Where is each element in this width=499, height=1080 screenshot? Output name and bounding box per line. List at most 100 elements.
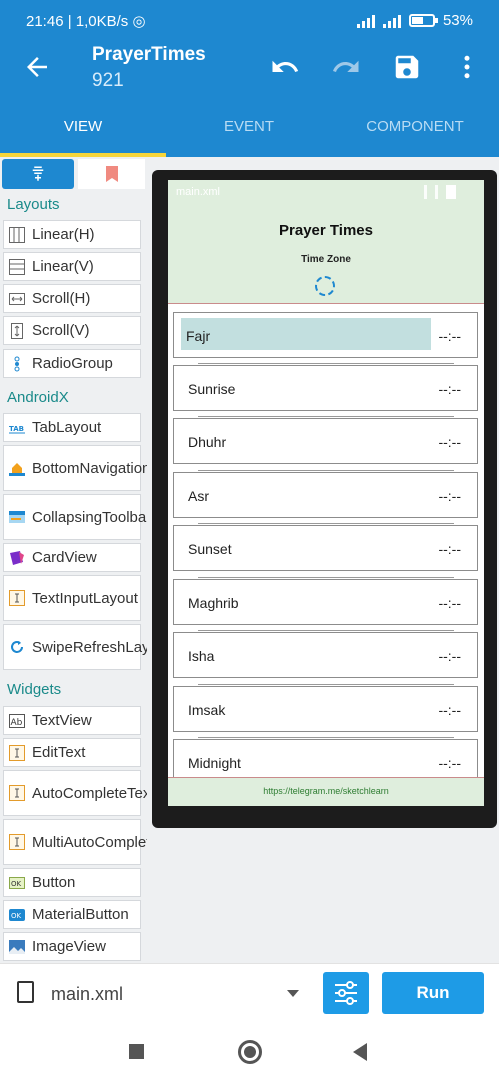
file-selector[interactable]: main.xml	[51, 984, 123, 1005]
editor-tabs: VIEW EVENT COMPONENT	[0, 98, 499, 157]
palette-item-edittext[interactable]: EditText	[3, 738, 141, 767]
palette-item-radiogroup[interactable]: RadioGroup	[3, 349, 141, 378]
svg-text:OK: OK	[11, 880, 22, 888]
save-icon[interactable]	[392, 52, 422, 82]
row-highlight	[181, 318, 431, 350]
section-widgets: Widgets	[7, 681, 62, 698]
palette-item-scroll-v[interactable]: Scroll(V)	[3, 316, 141, 345]
row-divider	[198, 363, 454, 364]
cardview-icon	[9, 550, 25, 566]
linear-v-icon	[9, 258, 25, 275]
battery-icon	[408, 14, 438, 27]
tab-event[interactable]: EVENT	[166, 118, 332, 135]
swiperefresh-icon	[9, 639, 25, 655]
footer-link[interactable]: https://telegram.me/sketchlearn	[168, 777, 484, 806]
radiogroup-icon	[9, 356, 25, 372]
palette-item-multiautocompletetextview[interactable]: MultiAutoCompleteTextView	[3, 819, 147, 865]
autocomplete-icon	[9, 785, 25, 801]
undo-icon[interactable]	[270, 52, 300, 82]
row-divider	[198, 470, 454, 471]
prayer-name: Isha	[188, 648, 215, 664]
app-subtitle: 921	[92, 70, 124, 91]
prayer-row[interactable]: Fajr --:--	[173, 312, 478, 358]
time-zone-label: Time Zone	[301, 254, 351, 265]
prayer-row[interactable]: Dhuhr --:--	[173, 418, 478, 464]
preview-status-bar: main.xml	[168, 180, 484, 204]
prayer-name: Sunrise	[188, 381, 236, 397]
imageview-icon	[9, 939, 25, 955]
signal-icon	[356, 14, 375, 28]
tab-view[interactable]: VIEW	[0, 118, 166, 135]
tune-icon	[335, 981, 357, 1005]
palette-tab-bookmarks[interactable]	[78, 159, 145, 189]
palette-item-materialbutton[interactable]: OK MaterialButton	[3, 900, 141, 929]
top-bar: 21:46 | 1,0KB/s ◎ 53% PrayerTimes 921 VI…	[0, 0, 499, 157]
prayer-row[interactable]: Asr --:--	[173, 472, 478, 518]
palette-item-swiperefreshlayout[interactable]: SwipeRefreshLayout	[3, 624, 147, 670]
back-icon[interactable]	[353, 1043, 367, 1061]
app-title: PrayerTimes	[92, 44, 206, 65]
row-divider	[198, 684, 454, 685]
svg-text:OK: OK	[11, 912, 22, 920]
palette-item-bottomnavigationview[interactable]: BottomNavigationView	[3, 445, 147, 491]
prayer-row[interactable]: Sunrise --:--	[173, 365, 478, 411]
tablayout-icon: TAB	[9, 420, 25, 436]
palette-item-collapsingtoolbar[interactable]: CollapsingToolbar	[3, 494, 147, 540]
palette-item-scroll-h[interactable]: Scroll(H)	[3, 284, 141, 313]
prayer-time: --:--	[438, 488, 461, 504]
prayer-list[interactable]: Fajr --:-- Sunrise --:-- Dhuhr --:-- Asr…	[168, 303, 484, 785]
bottom-bar: main.xml Run	[0, 963, 499, 1023]
textinput-icon	[9, 590, 25, 606]
palette-item-textview[interactable]: Ab TextView	[3, 706, 141, 735]
tab-component[interactable]: COMPONENT	[332, 118, 498, 135]
linear-h-icon	[9, 226, 25, 243]
prayer-row[interactable]: Sunset --:--	[173, 525, 478, 571]
edittext-icon	[9, 744, 25, 761]
collapsing-toolbar-icon	[9, 509, 25, 525]
palette-item-linear-h[interactable]: Linear(H)	[3, 220, 141, 249]
prayer-name: Midnight	[188, 755, 241, 771]
prayer-time: --:--	[438, 434, 461, 450]
palette-item-tablayout[interactable]: TAB TabLayout	[3, 413, 141, 442]
preview-status-text: main.xml	[176, 186, 221, 198]
prayer-row[interactable]: Imsak --:--	[173, 686, 478, 732]
prayer-time: --:--	[438, 648, 461, 664]
run-button[interactable]: Run	[382, 972, 484, 1014]
row-divider	[198, 416, 454, 417]
chevron-down-icon[interactable]	[287, 990, 299, 997]
palette-item-autocompletetextview[interactable]: AutoCompleteTextView	[3, 770, 147, 816]
status-time: 21:46 | 1,0KB/s ◎	[26, 13, 146, 30]
prayer-row[interactable]: Maghrib --:--	[173, 579, 478, 625]
palette-item-imageview[interactable]: ImageView	[3, 932, 141, 961]
status-icons: 53%	[356, 12, 473, 29]
palette-item-textinputlayout[interactable]: TextInputLayout	[3, 575, 141, 621]
palette-tab-widgets[interactable]	[2, 159, 74, 189]
svg-text:Ab: Ab	[11, 718, 23, 728]
bookmark-icon	[106, 166, 118, 182]
file-icon	[17, 981, 34, 1003]
materialbutton-icon: OK	[9, 907, 25, 923]
signal-2-icon	[382, 14, 401, 28]
prayer-name: Asr	[188, 488, 209, 504]
palette-item-linear-v[interactable]: Linear(V)	[3, 252, 141, 281]
palette-item-button[interactable]: OK Button	[3, 868, 141, 897]
prayer-name: Fajr	[186, 328, 211, 344]
section-layouts: Layouts	[7, 196, 60, 213]
app-bar: PrayerTimes 921	[0, 40, 499, 98]
preview-header: Prayer Times Time Zone	[168, 204, 484, 303]
scroll-v-icon	[9, 322, 25, 339]
row-divider	[198, 737, 454, 738]
row-divider	[198, 523, 454, 524]
more-vert-icon[interactable]	[452, 52, 482, 82]
recents-icon[interactable]	[129, 1044, 144, 1059]
prayer-time: --:--	[438, 541, 461, 557]
palette-item-cardview[interactable]: CardView	[3, 543, 141, 572]
redo-icon[interactable]	[331, 52, 361, 82]
back-arrow-icon[interactable]	[22, 52, 52, 82]
home-icon[interactable]	[238, 1040, 262, 1064]
preview-title: Prayer Times	[279, 222, 373, 239]
config-button[interactable]	[323, 972, 369, 1014]
prayer-row[interactable]: Isha --:--	[173, 632, 478, 678]
preview-screen[interactable]: main.xml Prayer Times Time Zone Fajr --:…	[168, 180, 484, 806]
prayer-name: Imsak	[188, 702, 226, 718]
